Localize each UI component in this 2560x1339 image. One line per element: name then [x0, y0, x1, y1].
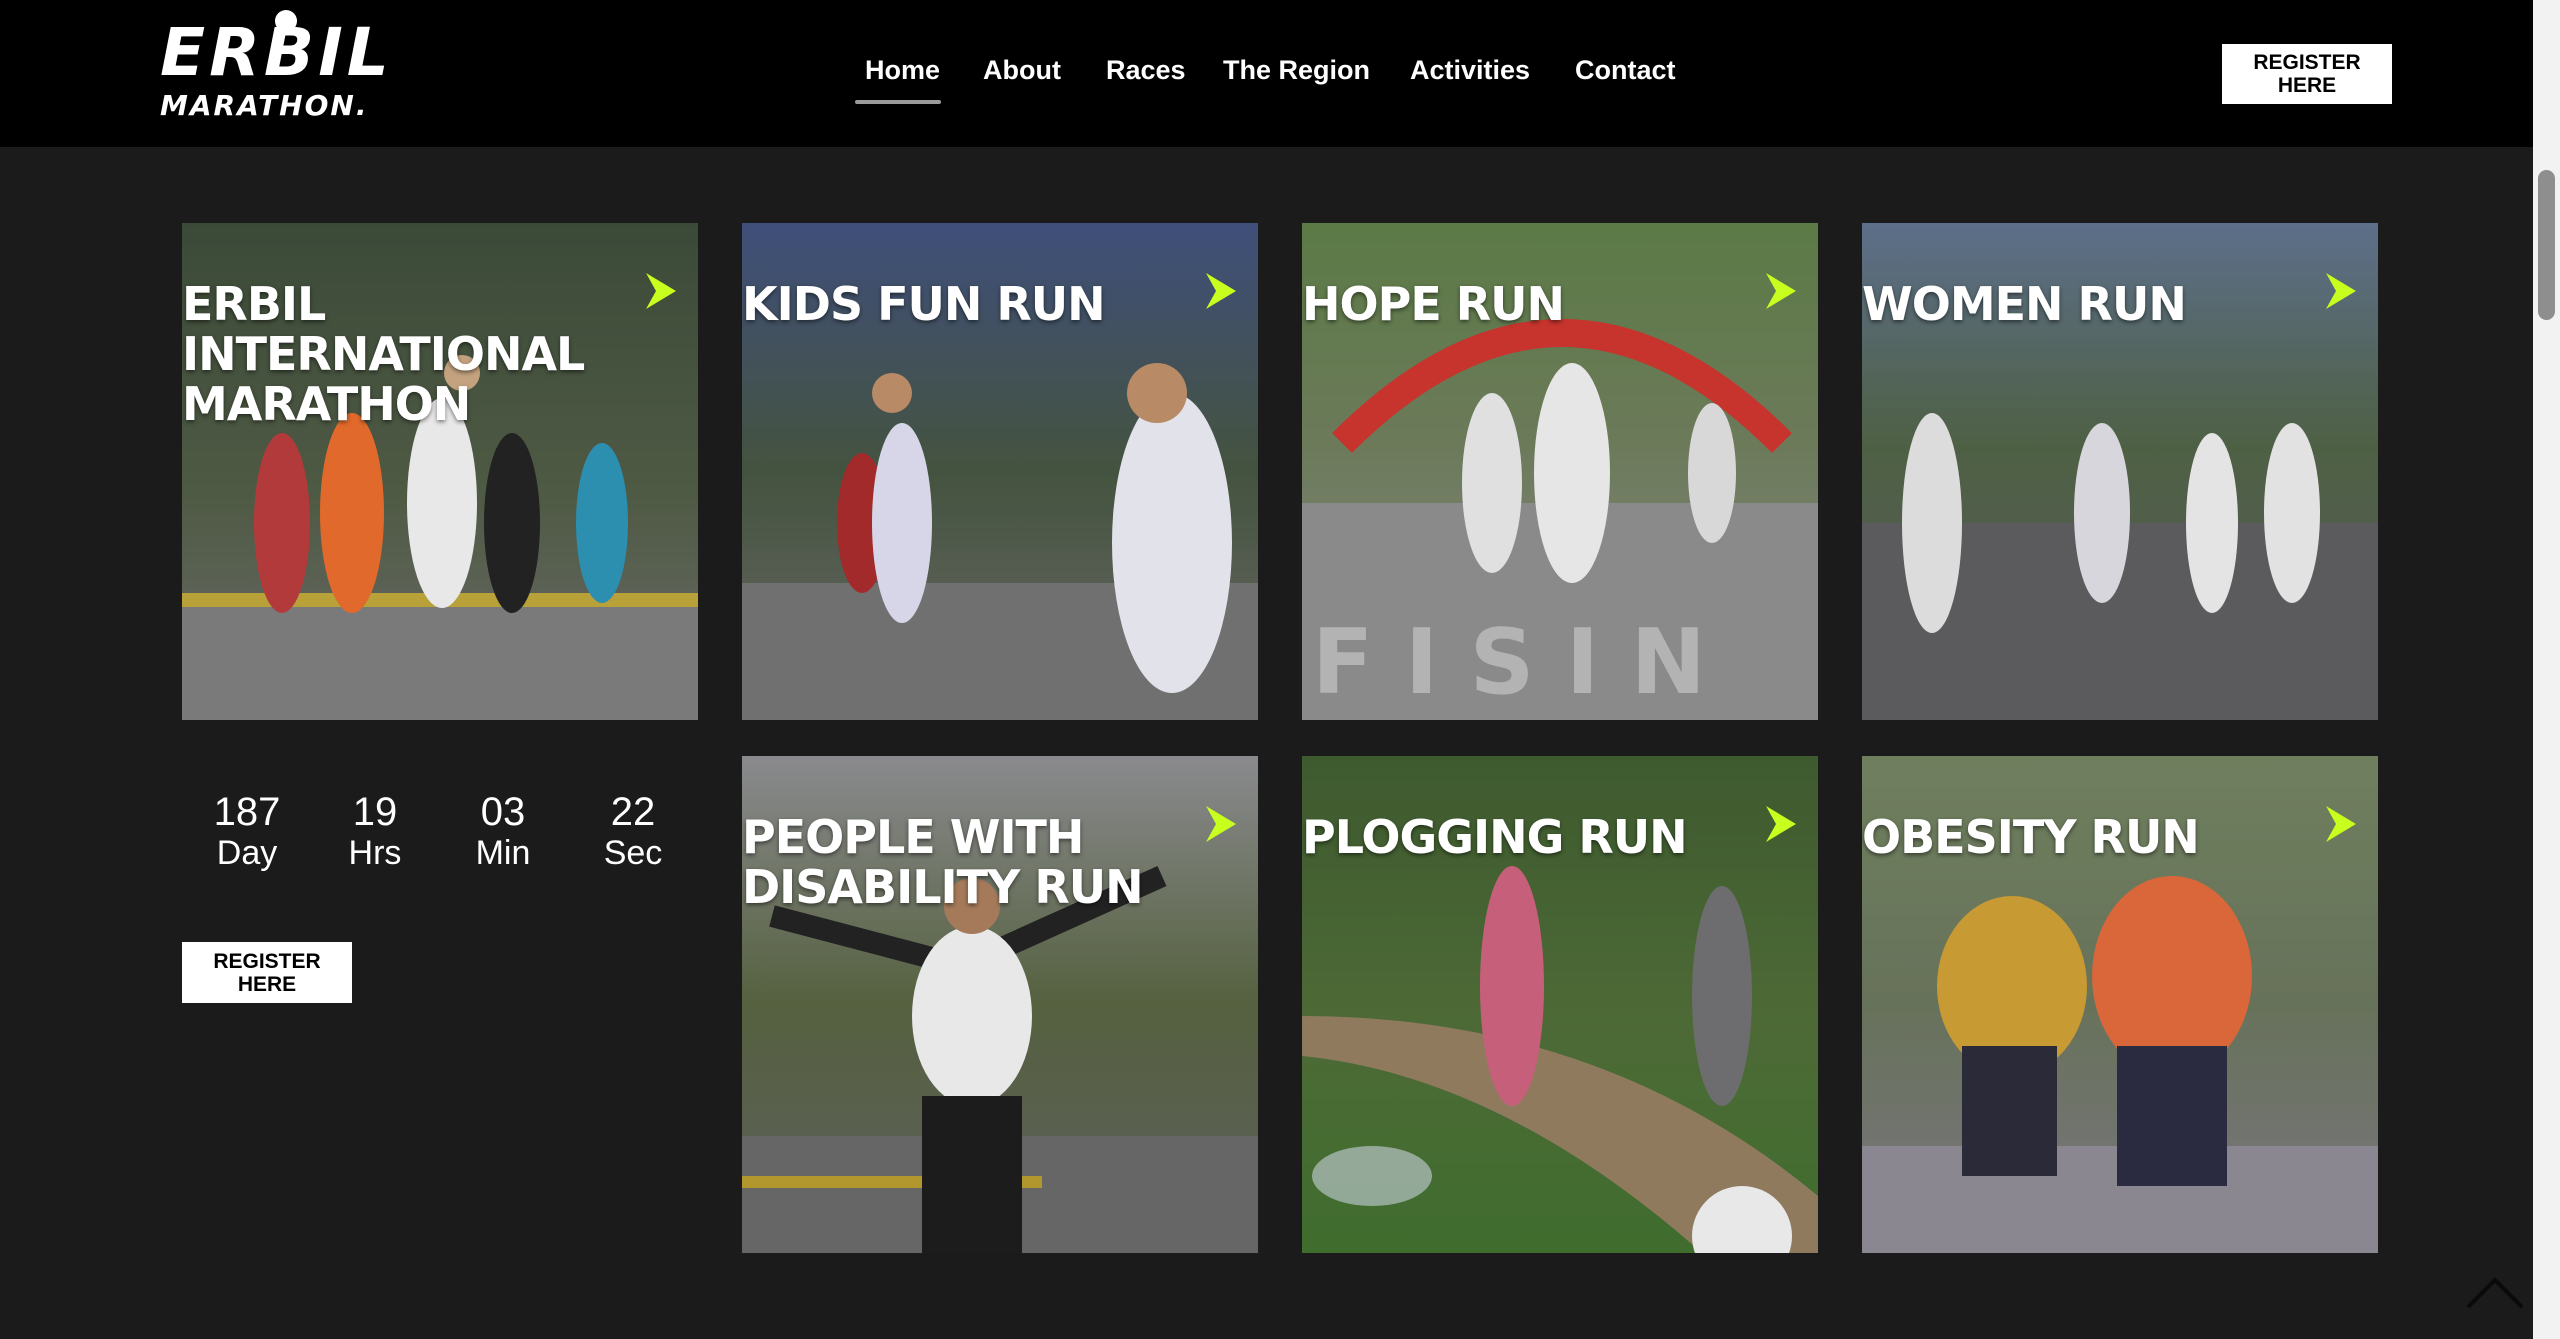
chevron-right-icon	[2326, 273, 2356, 309]
chevron-right-icon	[1206, 273, 1236, 309]
nav-home[interactable]: Home	[865, 55, 940, 86]
nav-the-region[interactable]: The Region	[1223, 55, 1370, 86]
race-card-plogging-run[interactable]: PLOGGING RUN	[1302, 756, 1818, 1253]
chevron-right-icon	[1766, 273, 1796, 309]
countdown-hours-value: 19	[352, 790, 398, 834]
countdown-seconds-value: 22	[610, 790, 656, 834]
chevron-right-icon	[1766, 806, 1796, 842]
race-card-title: OBESITY RUN	[1862, 810, 2200, 864]
nav-about[interactable]: About	[983, 55, 1061, 86]
race-card-title: HOPE RUN	[1302, 277, 1565, 331]
register-button-sidebar[interactable]: REGISTER HERE	[182, 942, 352, 1003]
countdown-seconds: 22 Sec	[568, 790, 698, 872]
nav-active-indicator	[855, 100, 941, 104]
chevron-right-icon	[2326, 806, 2356, 842]
race-card-hope-run[interactable]: F I S I N HOPE RUN	[1302, 223, 1818, 720]
register-button-header[interactable]: REGISTER HERE	[2222, 44, 2392, 104]
countdown-days-value: 187	[213, 790, 281, 834]
chevron-right-icon	[1206, 806, 1236, 842]
svg-text:F I S I N: F I S I N	[1312, 610, 1706, 715]
race-card-title: ERBIL INTERNATIONAL MARATHON	[182, 277, 585, 431]
race-card-title: PEOPLE WITH DISABILITY RUN	[742, 810, 1144, 914]
race-card-women-run[interactable]: WOMEN RUN	[1862, 223, 2378, 720]
race-card-erbil-international-marathon[interactable]: ERBIL INTERNATIONAL MARATHON	[182, 223, 698, 720]
countdown-hours: 19 Hrs	[310, 790, 440, 872]
race-card-title: PLOGGING RUN	[1302, 810, 1688, 864]
countdown-minutes: 03 Min	[438, 790, 568, 872]
race-card-title: WOMEN RUN	[1862, 277, 2187, 331]
countdown-minutes-unit: Min	[475, 834, 531, 872]
nav-races[interactable]: Races	[1106, 55, 1186, 86]
race-card-obesity-run[interactable]: OBESITY RUN	[1862, 756, 2378, 1253]
logo-main-text: ERBIL	[160, 14, 393, 91]
countdown-seconds-unit: Sec	[603, 834, 663, 872]
race-card-people-with-disability-run[interactable]: PEOPLE WITH DISABILITY RUN	[742, 756, 1258, 1253]
erbil-marathon-logo[interactable]: ERBIL MARATHON.	[160, 10, 410, 122]
countdown-days: 187 Day	[182, 790, 312, 872]
logo-sub-text: MARATHON.	[160, 89, 369, 122]
race-card-kids-fun-run[interactable]: KIDS FUN RUN	[742, 223, 1258, 720]
chevron-right-icon	[646, 273, 676, 309]
nav-activities[interactable]: Activities	[1410, 55, 1530, 86]
scroll-to-top-chevron-up-icon[interactable]	[2465, 1275, 2525, 1310]
scrollbar-thumb[interactable]	[2538, 170, 2555, 320]
countdown-hours-unit: Hrs	[348, 834, 402, 872]
nav-contact[interactable]: Contact	[1575, 55, 1676, 86]
race-card-title: KIDS FUN RUN	[742, 277, 1106, 331]
countdown-days-unit: Day	[216, 834, 278, 872]
countdown-minutes-value: 03	[480, 790, 526, 834]
